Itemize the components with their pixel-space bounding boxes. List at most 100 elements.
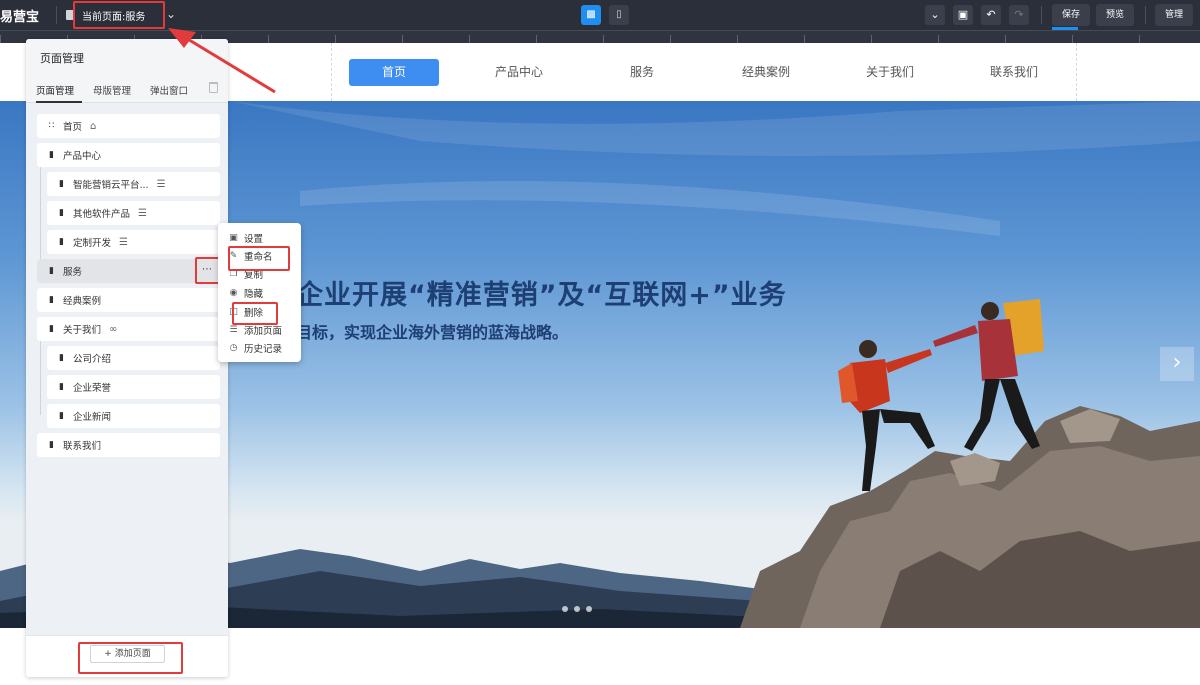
page-item-label: 公司介绍: [73, 354, 112, 365]
page-item-other-software[interactable]: ▮ 其他软件产品 ☰: [47, 201, 220, 225]
page-item-label: 企业荣誉: [73, 383, 112, 394]
toolbar-divider: [1041, 6, 1042, 24]
nav-item-cases[interactable]: 经典案例: [721, 59, 811, 86]
chevron-right-icon[interactable]: ›: [1160, 347, 1194, 381]
page-icon: ▮: [59, 179, 64, 189]
preview-button[interactable]: 预览: [1096, 4, 1134, 26]
page-item-marketing-cloud[interactable]: ▮ 智能营销云平台... ☰: [47, 172, 220, 196]
panel-title: 页面管理: [40, 52, 84, 65]
menu-item-settings[interactable]: ▣ 设置: [228, 230, 263, 246]
highlight-box: [232, 302, 278, 325]
tree-connector: [40, 333, 41, 415]
page-item-label: 经典案例: [63, 296, 102, 307]
ruler-tick: [938, 35, 939, 43]
ruler-tick: [1005, 35, 1006, 43]
nav-item-services[interactable]: 服务: [597, 59, 687, 86]
page-item-services[interactable]: ▮ 服务 ⋯: [37, 259, 220, 283]
page-item-label: 智能营销云平台...: [73, 180, 149, 191]
save-button[interactable]: 保存: [1052, 4, 1090, 26]
carousel-dot[interactable]: [586, 606, 592, 612]
layers-icon: ☰: [229, 325, 238, 335]
nav-item-home[interactable]: 首页: [349, 59, 439, 86]
ruler-tick: [871, 35, 872, 43]
page-icon: ▮: [59, 411, 64, 421]
ruler-tick: [268, 35, 269, 43]
page-item-products[interactable]: ▮ 产品中心: [37, 143, 220, 167]
desktop-view-button[interactable]: ▩: [581, 5, 601, 25]
hero-subtitle: 目标，实现企业海外营销的蓝海战略。: [296, 323, 569, 342]
nav-guide-line: [1076, 43, 1077, 101]
highlight-box: [73, 1, 165, 29]
page-item-custom-dev[interactable]: ▮ 定制开发 ☰: [47, 230, 220, 254]
tree-connector: [40, 159, 41, 271]
ruler-tick: [536, 35, 537, 43]
hero-title: 企业开展“精准营销”及“互联网+”业务: [296, 280, 787, 311]
grid-icon: ∷: [48, 121, 55, 131]
app-logo: 易营宝: [0, 10, 40, 25]
ruler-tick: [1072, 35, 1073, 43]
ruler-tick: [804, 35, 805, 43]
undo-icon[interactable]: ↶: [981, 5, 1001, 25]
menu-item-hide[interactable]: ◉ 隐藏: [228, 285, 263, 301]
ruler-tick: [737, 35, 738, 43]
nav-guide-line: [331, 43, 332, 101]
active-tab-indicator: [36, 101, 82, 103]
menu-item-label: 历史记录: [244, 344, 283, 355]
menu-item-label: 添加页面: [244, 326, 283, 337]
menu-item-label: 隐藏: [244, 289, 264, 300]
page-item-label: 服务: [63, 267, 83, 278]
ruler-tick: [603, 35, 604, 43]
tab-popup-window[interactable]: 弹出窗口: [150, 83, 188, 97]
mobile-view-button[interactable]: ▯: [609, 5, 629, 25]
trash-icon[interactable]: [209, 82, 218, 93]
page-item-contact[interactable]: ▮ 联系我们: [37, 433, 220, 457]
page-icon: ▮: [49, 295, 54, 305]
menu-item-history[interactable]: ◷ 历史记录: [228, 340, 282, 356]
top-toolbar: 易营宝 当前页面:服务 ⌄ ▩ ▯ ⌄ ▣ ↶ ↷ 保存 预览 管理: [0, 0, 1200, 30]
page-item-about[interactable]: ▮ 关于我们 ∞: [37, 317, 220, 341]
ruler-tick: [670, 35, 671, 43]
list-icon: ☰: [156, 178, 166, 190]
nav-item-contact[interactable]: 联系我们: [969, 59, 1059, 86]
ruler-tick: [335, 35, 336, 43]
nav-item-products[interactable]: 产品中心: [474, 59, 564, 86]
carousel-dot[interactable]: [574, 606, 580, 612]
page-item-company-intro[interactable]: ▮ 公司介绍: [47, 346, 220, 370]
climber-right: [933, 299, 1044, 451]
eye-icon: ◉: [229, 288, 238, 298]
page-item-label: 关于我们: [63, 325, 102, 336]
settings-icon: ▣: [229, 233, 238, 243]
page-item-label: 其他软件产品: [73, 209, 131, 220]
page-icon: ▮: [49, 324, 54, 334]
home-icon: ⌂: [90, 120, 97, 132]
manage-button[interactable]: 管理: [1155, 4, 1193, 26]
page-item-news[interactable]: ▮ 企业新闻: [47, 404, 220, 428]
page-management-panel: 页面管理 页面管理 母版管理 弹出窗口 ∷ 首页 ⌂ ▮ 产品中心 ▮ 智能营销…: [26, 39, 228, 677]
page-item-cases[interactable]: ▮ 经典案例: [37, 288, 220, 312]
page-item-home[interactable]: ∷ 首页 ⌂: [37, 114, 220, 138]
ruler-tick: [469, 35, 470, 43]
ruler-tick: [1139, 35, 1140, 43]
list-icon: ☰: [138, 207, 147, 219]
page-item-honors[interactable]: ▮ 企业荣誉: [47, 375, 220, 399]
page-icon: ▮: [49, 266, 54, 276]
page-item-label: 定制开发: [73, 238, 112, 249]
redo-icon[interactable]: ↷: [1009, 5, 1029, 25]
layer-icon[interactable]: ▣: [953, 5, 973, 25]
carousel-dot[interactable]: [562, 606, 568, 612]
collapse-icon[interactable]: ⌄: [925, 5, 945, 25]
tab-master-management[interactable]: 母版管理: [93, 83, 131, 97]
toolbar-divider: [56, 6, 57, 24]
chevron-down-icon[interactable]: ⌄: [166, 7, 176, 21]
highlight-box: [78, 642, 183, 674]
nav-item-about[interactable]: 关于我们: [845, 59, 935, 86]
page-item-label: 首页: [63, 122, 83, 133]
carousel-dots: [562, 606, 592, 612]
ruler-tick: [402, 35, 403, 43]
list-icon: ☰: [119, 236, 128, 248]
history-icon: ◷: [229, 343, 238, 353]
ruler-tick: [0, 35, 1, 43]
highlight-box: [228, 246, 290, 271]
tab-page-management[interactable]: 页面管理: [36, 83, 74, 97]
page-item-label: 企业新闻: [73, 412, 112, 423]
